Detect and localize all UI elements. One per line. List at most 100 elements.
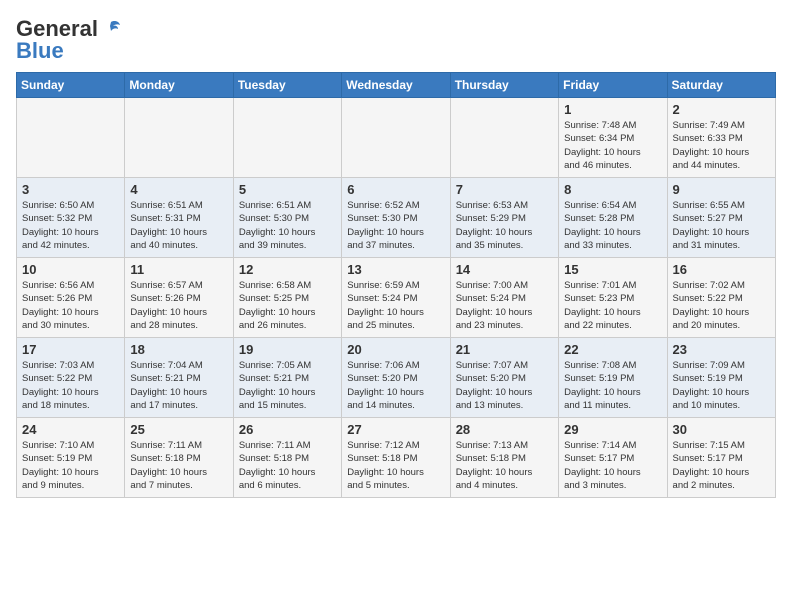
- calendar-cell: 8 Sunrise: 6:54 AM Sunset: 5:28 PM Daylig…: [559, 178, 667, 258]
- calendar-cell: 3Sunrise: 6:50 AM Sunset: 5:32 PM Daylig…: [17, 178, 125, 258]
- weekday-header-sunday: Sunday: [17, 73, 125, 98]
- calendar-cell: 12 Sunrise: 6:58 AM Sunset: 5:25 PM Dayli…: [233, 258, 341, 338]
- calendar-cell: 1 Sunrise: 7:48 AM Sunset: 6:34 PM Daylig…: [559, 98, 667, 178]
- calendar-week-row: 3Sunrise: 6:50 AM Sunset: 5:32 PM Daylig…: [17, 178, 776, 258]
- day-info: Sunrise: 7:13 AM Sunset: 5:18 PM Dayligh…: [456, 439, 553, 492]
- day-number: 2: [673, 102, 770, 117]
- day-number: 24: [22, 422, 119, 437]
- day-info: Sunrise: 7:06 AM Sunset: 5:20 PM Dayligh…: [347, 359, 444, 412]
- day-number: 8: [564, 182, 661, 197]
- day-info: Sunrise: 7:12 AM Sunset: 5:18 PM Dayligh…: [347, 439, 444, 492]
- day-info: Sunrise: 6:58 AM Sunset: 5:25 PM Dayligh…: [239, 279, 336, 332]
- day-number: 1: [564, 102, 661, 117]
- day-info: Sunrise: 7:03 AM Sunset: 5:22 PM Dayligh…: [22, 359, 119, 412]
- calendar-week-row: 1 Sunrise: 7:48 AM Sunset: 6:34 PM Daylig…: [17, 98, 776, 178]
- weekday-header-wednesday: Wednesday: [342, 73, 450, 98]
- day-number: 28: [456, 422, 553, 437]
- day-number: 19: [239, 342, 336, 357]
- day-number: 5: [239, 182, 336, 197]
- day-number: 14: [456, 262, 553, 277]
- day-info: Sunrise: 7:09 AM Sunset: 5:19 PM Dayligh…: [673, 359, 770, 412]
- day-info: Sunrise: 6:53 AM Sunset: 5:29 PM Dayligh…: [456, 199, 553, 252]
- calendar-cell: 17 Sunrise: 7:03 AM Sunset: 5:22 PM Dayli…: [17, 338, 125, 418]
- day-info: Sunrise: 6:55 AM Sunset: 5:27 PM Dayligh…: [673, 199, 770, 252]
- calendar-cell: [450, 98, 558, 178]
- day-number: 6: [347, 182, 444, 197]
- calendar-cell: 5 Sunrise: 6:51 AM Sunset: 5:30 PM Daylig…: [233, 178, 341, 258]
- calendar-cell: 9 Sunrise: 6:55 AM Sunset: 5:27 PM Daylig…: [667, 178, 775, 258]
- calendar-cell: 4 Sunrise: 6:51 AM Sunset: 5:31 PM Daylig…: [125, 178, 233, 258]
- day-number: 17: [22, 342, 119, 357]
- day-number: 18: [130, 342, 227, 357]
- day-number: 25: [130, 422, 227, 437]
- calendar-cell: 2 Sunrise: 7:49 AM Sunset: 6:33 PM Daylig…: [667, 98, 775, 178]
- logo-blue-text: Blue: [16, 38, 64, 64]
- calendar-cell: 24Sunrise: 7:10 AM Sunset: 5:19 PM Dayli…: [17, 418, 125, 498]
- day-number: 26: [239, 422, 336, 437]
- day-number: 30: [673, 422, 770, 437]
- calendar-cell: [17, 98, 125, 178]
- logo: General Blue: [16, 16, 122, 64]
- day-info: Sunrise: 7:49 AM Sunset: 6:33 PM Dayligh…: [673, 119, 770, 172]
- day-info: Sunrise: 7:14 AM Sunset: 5:17 PM Dayligh…: [564, 439, 661, 492]
- day-info: Sunrise: 6:52 AM Sunset: 5:30 PM Dayligh…: [347, 199, 444, 252]
- calendar-cell: 29 Sunrise: 7:14 AM Sunset: 5:17 PM Dayli…: [559, 418, 667, 498]
- day-number: 13: [347, 262, 444, 277]
- day-number: 12: [239, 262, 336, 277]
- weekday-header-friday: Friday: [559, 73, 667, 98]
- page-header: General Blue: [16, 16, 776, 64]
- logo-bird-icon: [100, 18, 122, 40]
- day-info: Sunrise: 6:59 AM Sunset: 5:24 PM Dayligh…: [347, 279, 444, 332]
- calendar-week-row: 17 Sunrise: 7:03 AM Sunset: 5:22 PM Dayli…: [17, 338, 776, 418]
- day-number: 16: [673, 262, 770, 277]
- day-info: Sunrise: 7:48 AM Sunset: 6:34 PM Dayligh…: [564, 119, 661, 172]
- day-number: 20: [347, 342, 444, 357]
- day-info: Sunrise: 7:07 AM Sunset: 5:20 PM Dayligh…: [456, 359, 553, 412]
- calendar-cell: [125, 98, 233, 178]
- day-info: Sunrise: 7:01 AM Sunset: 5:23 PM Dayligh…: [564, 279, 661, 332]
- day-info: Sunrise: 6:51 AM Sunset: 5:31 PM Dayligh…: [130, 199, 227, 252]
- calendar-cell: 13 Sunrise: 6:59 AM Sunset: 5:24 PM Dayli…: [342, 258, 450, 338]
- calendar-cell: 23 Sunrise: 7:09 AM Sunset: 5:19 PM Dayli…: [667, 338, 775, 418]
- calendar-cell: 7 Sunrise: 6:53 AM Sunset: 5:29 PM Daylig…: [450, 178, 558, 258]
- day-info: Sunrise: 7:11 AM Sunset: 5:18 PM Dayligh…: [130, 439, 227, 492]
- day-info: Sunrise: 6:51 AM Sunset: 5:30 PM Dayligh…: [239, 199, 336, 252]
- calendar-cell: 20 Sunrise: 7:06 AM Sunset: 5:20 PM Dayli…: [342, 338, 450, 418]
- day-number: 9: [673, 182, 770, 197]
- weekday-header-saturday: Saturday: [667, 73, 775, 98]
- calendar-cell: 21Sunrise: 7:07 AM Sunset: 5:20 PM Dayli…: [450, 338, 558, 418]
- calendar-cell: [342, 98, 450, 178]
- calendar-cell: 14 Sunrise: 7:00 AM Sunset: 5:24 PM Dayli…: [450, 258, 558, 338]
- day-info: Sunrise: 7:05 AM Sunset: 5:21 PM Dayligh…: [239, 359, 336, 412]
- weekday-header-tuesday: Tuesday: [233, 73, 341, 98]
- calendar-cell: 30 Sunrise: 7:15 AM Sunset: 5:17 PM Dayli…: [667, 418, 775, 498]
- weekday-header-thursday: Thursday: [450, 73, 558, 98]
- calendar-cell: 26Sunrise: 7:11 AM Sunset: 5:18 PM Dayli…: [233, 418, 341, 498]
- day-info: Sunrise: 7:00 AM Sunset: 5:24 PM Dayligh…: [456, 279, 553, 332]
- calendar-header-row: SundayMondayTuesdayWednesdayThursdayFrid…: [17, 73, 776, 98]
- calendar-cell: 28 Sunrise: 7:13 AM Sunset: 5:18 PM Dayli…: [450, 418, 558, 498]
- day-number: 15: [564, 262, 661, 277]
- day-info: Sunrise: 6:57 AM Sunset: 5:26 PM Dayligh…: [130, 279, 227, 332]
- calendar-week-row: 24Sunrise: 7:10 AM Sunset: 5:19 PM Dayli…: [17, 418, 776, 498]
- calendar-cell: 11Sunrise: 6:57 AM Sunset: 5:26 PM Dayli…: [125, 258, 233, 338]
- calendar-table: SundayMondayTuesdayWednesdayThursdayFrid…: [16, 72, 776, 498]
- calendar-cell: 6 Sunrise: 6:52 AM Sunset: 5:30 PM Daylig…: [342, 178, 450, 258]
- day-number: 23: [673, 342, 770, 357]
- day-number: 27: [347, 422, 444, 437]
- calendar-week-row: 10Sunrise: 6:56 AM Sunset: 5:26 PM Dayli…: [17, 258, 776, 338]
- calendar-cell: 19 Sunrise: 7:05 AM Sunset: 5:21 PM Dayli…: [233, 338, 341, 418]
- day-info: Sunrise: 6:54 AM Sunset: 5:28 PM Dayligh…: [564, 199, 661, 252]
- calendar-cell: 18 Sunrise: 7:04 AM Sunset: 5:21 PM Dayli…: [125, 338, 233, 418]
- day-info: Sunrise: 7:04 AM Sunset: 5:21 PM Dayligh…: [130, 359, 227, 412]
- day-number: 22: [564, 342, 661, 357]
- weekday-header-monday: Monday: [125, 73, 233, 98]
- day-number: 7: [456, 182, 553, 197]
- calendar-cell: 25 Sunrise: 7:11 AM Sunset: 5:18 PM Dayli…: [125, 418, 233, 498]
- day-info: Sunrise: 7:02 AM Sunset: 5:22 PM Dayligh…: [673, 279, 770, 332]
- day-number: 29: [564, 422, 661, 437]
- day-info: Sunrise: 6:56 AM Sunset: 5:26 PM Dayligh…: [22, 279, 119, 332]
- calendar-cell: 10Sunrise: 6:56 AM Sunset: 5:26 PM Dayli…: [17, 258, 125, 338]
- day-number: 4: [130, 182, 227, 197]
- day-info: Sunrise: 7:15 AM Sunset: 5:17 PM Dayligh…: [673, 439, 770, 492]
